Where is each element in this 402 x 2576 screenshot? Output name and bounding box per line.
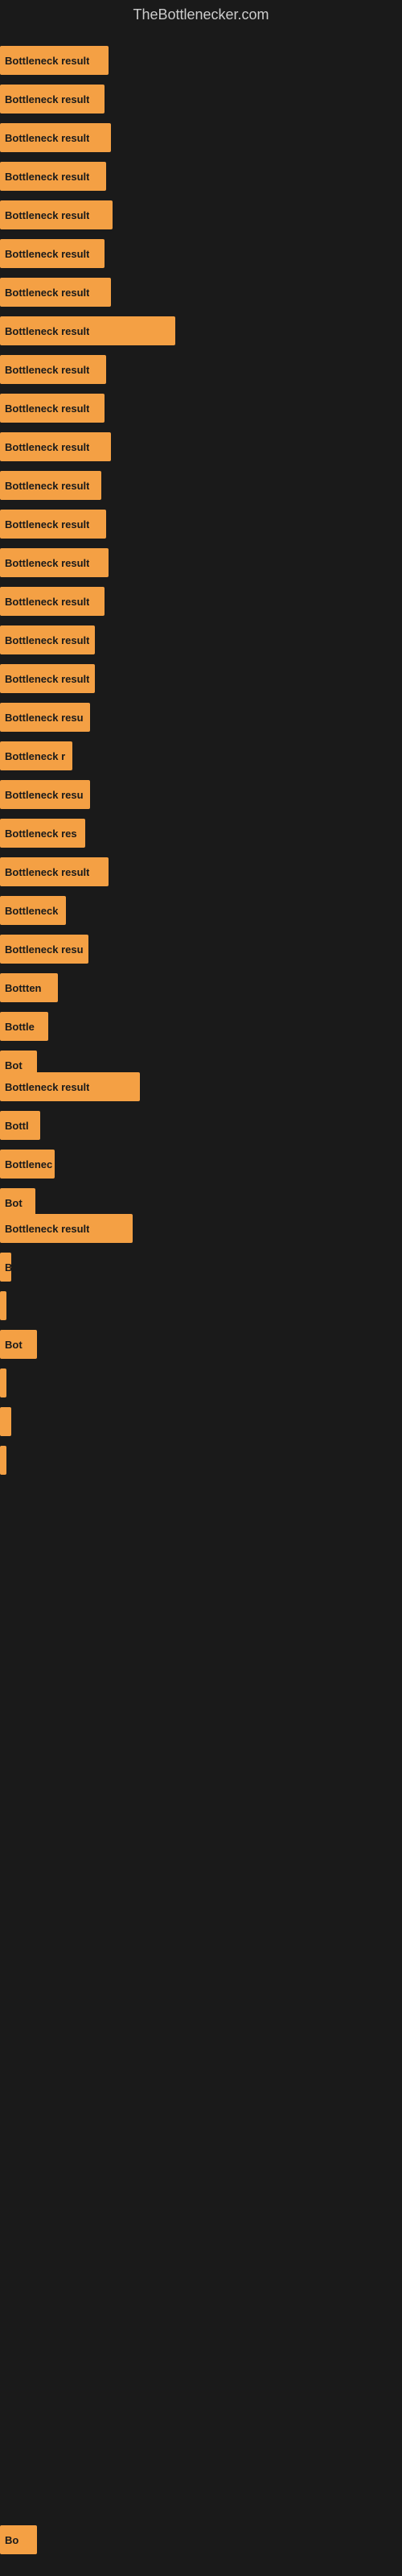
bar-label-19: Bottleneck r xyxy=(5,750,65,762)
bar-item-12: Bottleneck result xyxy=(0,471,101,500)
bar-item-15: Bottleneck result xyxy=(0,587,105,616)
bar-label-13: Bottleneck result xyxy=(5,518,89,530)
bar-label-16: Bottleneck result xyxy=(5,634,89,646)
bar-label-29: Bottl xyxy=(5,1120,29,1132)
bar-item-38 xyxy=(0,1446,6,1475)
bar-item-17: Bottleneck result xyxy=(0,664,95,693)
bar-item-25: Bottten xyxy=(0,973,58,1002)
bar-item-8: Bottleneck result xyxy=(0,316,175,345)
bar-item-32: Bottleneck result xyxy=(0,1214,133,1243)
bar-item-37 xyxy=(0,1407,11,1436)
bar-label-12: Bottleneck result xyxy=(5,480,89,492)
bar-item-13: Bottleneck result xyxy=(0,510,106,539)
bar-label-33: B xyxy=(5,1261,11,1274)
bar-item-5: Bottleneck result xyxy=(0,200,113,229)
bar-label-1: Bottleneck result xyxy=(5,55,89,67)
bar-item-2: Bottleneck result xyxy=(0,85,105,114)
bar-label-5: Bottleneck result xyxy=(5,209,89,221)
bar-label-7: Bottleneck result xyxy=(5,287,89,299)
bar-item-31: Bot xyxy=(0,1188,35,1217)
bar-label-20: Bottleneck resu xyxy=(5,789,84,801)
bar-item-10: Bottleneck result xyxy=(0,394,105,423)
bar-item-4: Bottleneck result xyxy=(0,162,106,191)
bar-item-24: Bottleneck resu xyxy=(0,935,88,964)
bar-item-11: Bottleneck result xyxy=(0,432,111,461)
bar-label-31: Bot xyxy=(5,1197,23,1209)
bar-label-21: Bottleneck res xyxy=(5,828,77,840)
bar-label-27: Bot xyxy=(5,1059,23,1071)
bar-item-9: Bottleneck result xyxy=(0,355,106,384)
bar-label-25: Bottten xyxy=(5,982,42,994)
bar-item-20: Bottleneck resu xyxy=(0,780,90,809)
bar-item-30: Bottlenec xyxy=(0,1150,55,1179)
bar-item-3: Bottleneck result xyxy=(0,123,111,152)
bar-label-39: Bo xyxy=(5,2534,18,2546)
bar-item-22: Bottleneck result xyxy=(0,857,109,886)
bar-item-18: Bottleneck resu xyxy=(0,703,90,732)
bar-item-6: Bottleneck result xyxy=(0,239,105,268)
bar-item-14: Bottleneck result xyxy=(0,548,109,577)
bar-label-18: Bottleneck resu xyxy=(5,712,84,724)
bar-item-16: Bottleneck result xyxy=(0,625,95,654)
bar-label-17: Bottleneck result xyxy=(5,673,89,685)
bar-item-36 xyxy=(0,1368,6,1397)
bar-item-1: Bottleneck result xyxy=(0,46,109,75)
bar-label-30: Bottlenec xyxy=(5,1158,52,1170)
bar-label-11: Bottleneck result xyxy=(5,441,89,453)
bar-item-35: Bot xyxy=(0,1330,37,1359)
bar-item-29: Bottl xyxy=(0,1111,40,1140)
bar-label-15: Bottleneck result xyxy=(5,596,89,608)
bar-label-14: Bottleneck result xyxy=(5,557,89,569)
bar-label-28: Bottleneck result xyxy=(5,1081,89,1093)
chart-container: Bottleneck result Bottleneck result Bottle… xyxy=(0,30,402,2566)
bar-item-19: Bottleneck r xyxy=(0,741,72,770)
bar-label-10: Bottleneck result xyxy=(5,402,89,415)
bar-item-39: Bo xyxy=(0,2525,37,2554)
bar-item-21: Bottleneck res xyxy=(0,819,85,848)
bar-label-35: Bot xyxy=(5,1339,23,1351)
bar-item-34 xyxy=(0,1291,6,1320)
bar-label-8: Bottleneck result xyxy=(5,325,89,337)
bar-item-33: B xyxy=(0,1253,11,1282)
bar-item-28: Bottleneck result xyxy=(0,1072,140,1101)
bar-label-24: Bottleneck resu xyxy=(5,943,84,956)
bar-label-32: Bottleneck result xyxy=(5,1223,89,1235)
bar-label-22: Bottleneck result xyxy=(5,866,89,878)
bar-label-23: Bottleneck xyxy=(5,905,58,917)
bar-label-2: Bottleneck result xyxy=(5,93,89,105)
bar-label-4: Bottleneck result xyxy=(5,171,89,183)
bar-item-26: Bottle xyxy=(0,1012,48,1041)
site-title: TheBottlenecker.com xyxy=(0,0,402,30)
bar-label-9: Bottleneck result xyxy=(5,364,89,376)
bar-item-23: Bottleneck xyxy=(0,896,66,925)
bar-label-3: Bottleneck result xyxy=(5,132,89,144)
bar-label-6: Bottleneck result xyxy=(5,248,89,260)
bar-item-7: Bottleneck result xyxy=(0,278,111,307)
bar-label-26: Bottle xyxy=(5,1021,35,1033)
